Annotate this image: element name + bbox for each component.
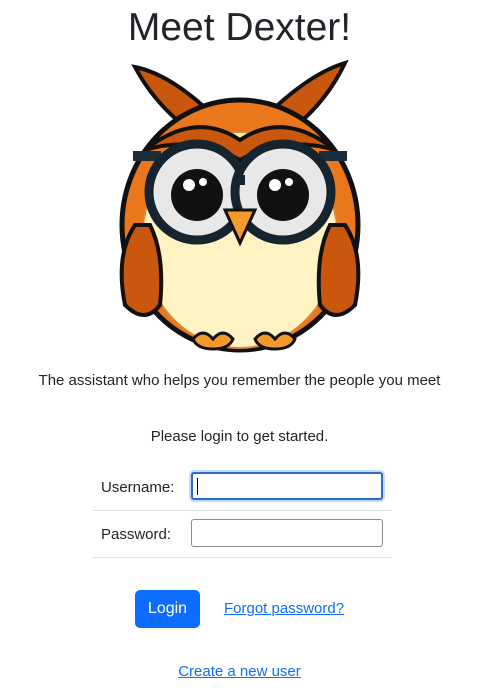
login-prompt: Please login to get started.: [150, 428, 329, 445]
text-cursor: [197, 478, 198, 495]
login-page: Meet Dexter! The assistant who helps you…: [0, 0, 479, 690]
owl-mascot-icon: [105, 55, 375, 365]
tagline: The assistant who helps you remember the…: [38, 372, 441, 389]
login-button[interactable]: Login: [135, 590, 200, 628]
username-row: Username:: [92, 464, 392, 511]
create-user-row: Create a new user: [0, 663, 479, 680]
password-input[interactable]: [191, 519, 383, 547]
username-input[interactable]: [191, 472, 383, 500]
forgot-password-link[interactable]: Forgot password?: [224, 600, 344, 617]
password-label: Password:: [101, 526, 172, 543]
create-user-link[interactable]: Create a new user: [178, 663, 301, 680]
username-label: Username:: [101, 479, 175, 496]
page-title: Meet Dexter!: [127, 6, 352, 49]
password-row: Password:: [92, 511, 392, 558]
